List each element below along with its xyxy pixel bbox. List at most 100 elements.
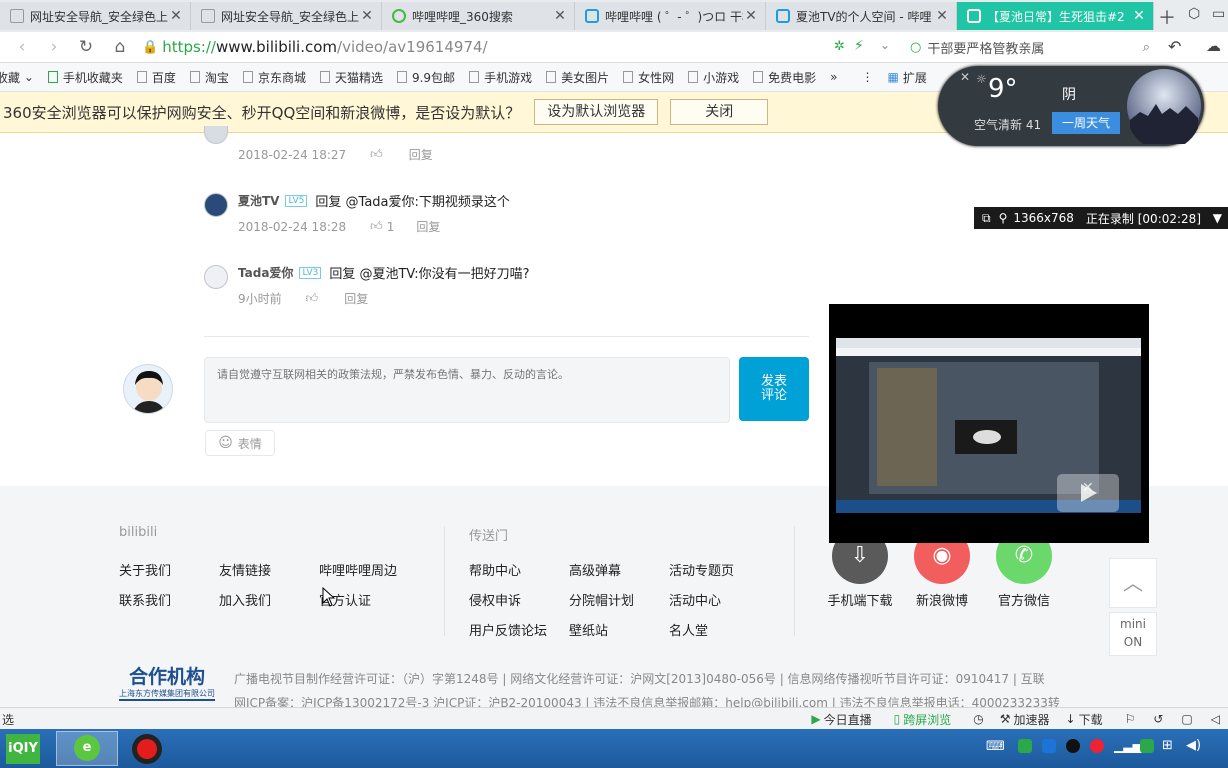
footer-link[interactable]: 分院帽计划 — [569, 590, 634, 609]
footer-link[interactable]: 名人堂 — [669, 620, 708, 639]
menu-dots-icon[interactable]: ⋮ — [861, 70, 873, 84]
signal-icon[interactable]: ▁▃▅ — [1114, 739, 1142, 753]
new-tab-button[interactable]: ＋ — [1158, 4, 1176, 30]
forward-button[interactable]: › — [44, 37, 64, 57]
footer-link[interactable]: 加入我们 — [219, 590, 271, 609]
bookmark-item[interactable]: 天猫精选 — [319, 69, 383, 86]
caret-down-icon[interactable]: ▼ — [1213, 211, 1222, 225]
bookmark-extensions[interactable]: ▦ 扩展 — [887, 69, 926, 86]
recorder-app-icon[interactable] — [132, 734, 162, 764]
lightning-icon[interactable]: ⚡ — [854, 38, 864, 54]
status-accelerator[interactable]: ⚒ 加速器 — [1000, 711, 1050, 728]
history-icon[interactable]: ◷ — [973, 712, 983, 726]
set-default-button[interactable]: 设为默认浏览器 — [534, 99, 659, 125]
tray-weibo-icon[interactable] — [1090, 739, 1104, 753]
refresh-button[interactable]: ↻ — [76, 37, 96, 57]
window-icon[interactable]: ▭ — [1212, 6, 1225, 22]
username[interactable]: Tada爱你 — [238, 264, 293, 281]
mini-player-toggle[interactable]: mini ON — [1109, 612, 1157, 656]
refresh-icon[interactable]: ↺ — [1153, 712, 1163, 726]
tab-3[interactable]: 哔哩哔哩_360搜索 ✕ — [382, 2, 575, 30]
window-icon[interactable]: ⧉ — [982, 211, 991, 226]
tab-2[interactable]: 网址安全导航_安全绿色上 ✕ — [191, 2, 382, 30]
week-weather-button[interactable]: 一周天气 — [1052, 112, 1120, 134]
bookmark-favorites[interactable]: 收藏 ⌄ — [0, 69, 34, 86]
window-icon[interactable]: ▢ — [1181, 712, 1192, 726]
bookmark-item[interactable]: 淘宝 — [189, 69, 229, 86]
reply-button[interactable]: 回复 — [416, 218, 440, 235]
infobar-close-button[interactable]: 关闭 — [670, 99, 769, 125]
footer-link[interactable]: 友情链接 — [219, 560, 271, 579]
magnifier-icon[interactable]: ⚲ — [999, 211, 1008, 225]
footer-link[interactable]: 高级弹幕 — [569, 560, 621, 579]
footer-link[interactable]: 联系我们 — [119, 590, 171, 609]
speaker-icon[interactable]: ◀) — [1186, 738, 1201, 753]
close-icon[interactable]: ✕ — [1082, 480, 1094, 496]
footer-link[interactable]: 哔哩哔哩周边 — [319, 560, 397, 579]
thumbs-up-icon[interactable]: 👍︎ — [306, 291, 319, 306]
bookmark-item[interactable]: 小游戏 — [688, 69, 739, 86]
avatar[interactable] — [204, 265, 228, 289]
security-icon[interactable]: ✲ — [834, 39, 845, 54]
bookmark-item[interactable]: 免费电影 — [753, 69, 816, 86]
comment-input[interactable] — [215, 364, 719, 418]
close-icon[interactable]: ✕ — [1131, 8, 1147, 24]
close-icon[interactable]: ✕ — [359, 8, 375, 24]
close-icon[interactable]: ✕ — [960, 70, 970, 84]
undo-icon[interactable]: ↶ — [1168, 37, 1181, 56]
footer-link[interactable]: 活动专题页 — [669, 560, 734, 579]
url-field[interactable]: 🔒 https://www.bilibili.com/video/av19614… — [142, 36, 822, 58]
bookmark-item[interactable]: 京东商城 — [242, 69, 306, 86]
bookmark-item[interactable]: 手机游戏 — [469, 69, 532, 86]
back-to-top-button[interactable]: ︿ — [1109, 558, 1157, 608]
footer-link[interactable]: 关于我们 — [119, 560, 171, 579]
network-icon[interactable]: ⊞ — [1162, 738, 1173, 753]
back-button[interactable]: ‹ — [12, 37, 32, 57]
tab-5[interactable]: 夏池TV的个人空间 - 哔哩 ✕ — [766, 2, 957, 30]
search-input[interactable]: 干部要严格管教亲属 — [927, 38, 1044, 57]
more-bookmarks-icon[interactable]: » — [830, 70, 837, 84]
tab-6-active[interactable]: 【夏池日常】生死狙击#2 ✕ — [957, 2, 1154, 30]
footer-link[interactable]: 活动中心 — [669, 590, 721, 609]
bookmark-item[interactable]: 手机收藏夹 — [47, 69, 123, 86]
status-download[interactable]: ↓ 下载 — [1066, 711, 1103, 728]
volume-icon[interactable]: ◁ — [1211, 712, 1220, 726]
social-label[interactable]: 手机端下载 — [820, 590, 900, 609]
360-browser-taskbar-button[interactable]: e — [56, 731, 118, 766]
post-comment-button[interactable]: 发表 评论 — [739, 357, 809, 421]
tray-360-icon[interactable] — [1018, 739, 1032, 753]
bookmark-item[interactable]: 美女图片 — [546, 69, 609, 86]
close-icon[interactable]: ✕ — [743, 8, 759, 24]
chevron-down-icon[interactable]: ⌄ — [880, 38, 890, 52]
reply-button[interactable]: 回复 — [409, 146, 433, 163]
iqiyi-icon[interactable]: iQIY — [6, 734, 40, 764]
tab-4[interactable]: 哔哩哔哩 ( ゜- ゜)つロ 干杯 ✕ — [575, 2, 766, 30]
footer-link[interactable]: 壁纸站 — [569, 620, 608, 639]
footer-link[interactable]: 侵权申诉 — [469, 590, 521, 609]
mini-video-player[interactable]: ✕ — [829, 304, 1149, 543]
home-button[interactable]: ⌂ — [110, 37, 130, 57]
bookmark-item[interactable]: 百度 — [136, 69, 176, 86]
footer-link[interactable]: 帮助中心 — [469, 560, 521, 579]
social-label[interactable]: 官方微信 — [984, 590, 1064, 609]
shield-icon[interactable]: ⬡ — [1188, 6, 1200, 22]
avatar[interactable] — [204, 126, 228, 144]
tray-app-icon[interactable] — [1042, 739, 1056, 753]
status-live[interactable]: ▶ 今日直播 — [811, 711, 871, 728]
close-icon[interactable]: ✕ — [168, 8, 184, 24]
bookmark-item[interactable]: 9.9包邮 — [396, 69, 455, 86]
tray-shield-icon[interactable] — [1140, 739, 1154, 753]
thumbs-up-icon[interactable]: 👍︎ — [370, 147, 383, 162]
weather-widget[interactable]: ✕ ☼ 9° 阴 空气清新 41 一周天气 — [938, 66, 1204, 146]
bookmark-item[interactable]: 女性网 — [623, 69, 674, 86]
avatar[interactable] — [204, 193, 228, 217]
tray-record-icon[interactable] — [1066, 739, 1080, 753]
close-icon[interactable]: ✕ — [934, 8, 950, 24]
emoji-button[interactable]: ☺ 表情 — [205, 430, 275, 456]
social-label[interactable]: 新浪微博 — [902, 590, 982, 609]
flag-icon[interactable]: ⚐ — [1125, 712, 1136, 726]
tab-1[interactable]: 网址安全导航_安全绿色上 ✕ — [0, 2, 191, 30]
close-icon[interactable]: ✕ — [552, 8, 568, 24]
cloud-icon[interactable]: ☁ — [1206, 37, 1221, 55]
my-avatar[interactable] — [123, 364, 173, 414]
